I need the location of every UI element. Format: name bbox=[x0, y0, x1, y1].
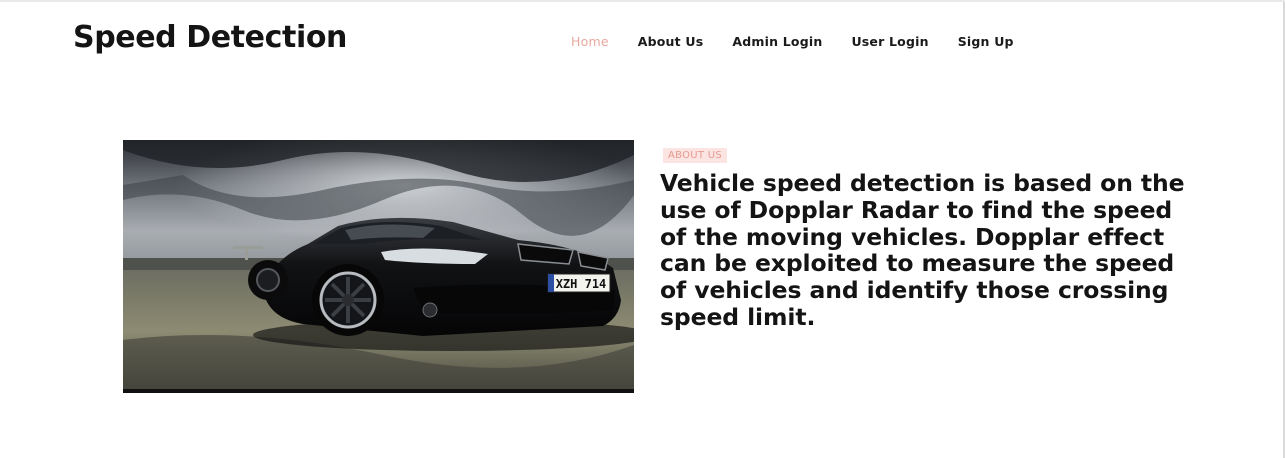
about-us-badge: ABOUT US bbox=[663, 148, 728, 163]
nav-user-login[interactable]: User Login bbox=[851, 34, 928, 49]
license-plate-text: XZH 714 bbox=[556, 277, 607, 291]
brand-title[interactable]: Speed Detection bbox=[73, 20, 347, 55]
page: Speed Detection Home About Us Admin Logi… bbox=[0, 0, 1285, 458]
nav-admin-login[interactable]: Admin Login bbox=[732, 34, 822, 49]
nav-about-us[interactable]: About Us bbox=[638, 34, 704, 49]
car-hero-image: XZH 714 bbox=[123, 140, 634, 393]
main-nav: Home About Us Admin Login User Login Sig… bbox=[571, 34, 1014, 49]
nav-sign-up[interactable]: Sign Up bbox=[958, 34, 1014, 49]
nav-home[interactable]: Home bbox=[571, 34, 609, 49]
about-description: Vehicle speed detection is based on the … bbox=[660, 169, 1185, 331]
car-illustration: XZH 714 bbox=[123, 140, 634, 393]
